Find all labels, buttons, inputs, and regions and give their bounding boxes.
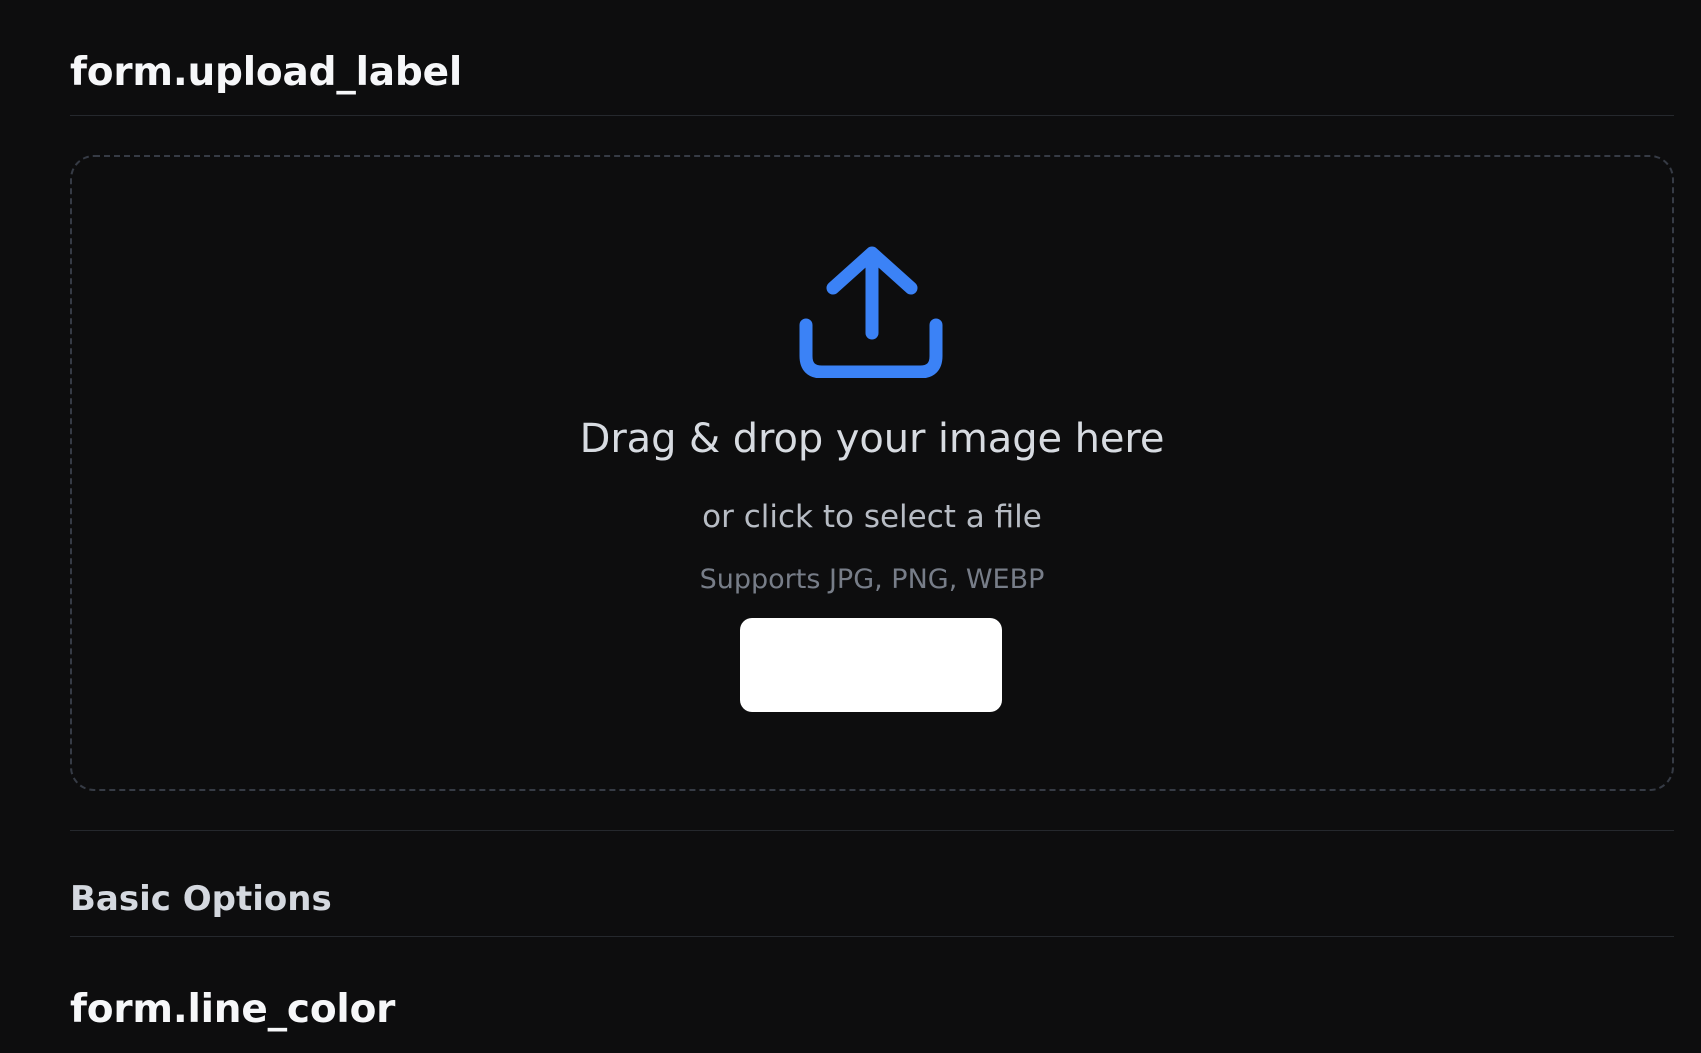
upload-label: form.upload_label bbox=[70, 50, 463, 95]
dropzone-divider bbox=[70, 830, 1674, 831]
upload-label-divider bbox=[70, 115, 1674, 116]
upload-icon bbox=[799, 246, 943, 378]
basic-options-divider bbox=[70, 936, 1674, 937]
basic-options-heading: Basic Options bbox=[70, 879, 332, 919]
dropzone-subtitle: or click to select a file bbox=[702, 499, 1042, 535]
supported-formats-text: Supports JPG, PNG, WEBP bbox=[699, 564, 1045, 595]
upload-settings-page: form.upload_label Drag & drop your image… bbox=[0, 0, 1701, 1053]
line-color-label: form.line_color bbox=[70, 987, 396, 1032]
dropzone-title: Drag & drop your image here bbox=[579, 416, 1165, 462]
select-file-button[interactable] bbox=[740, 618, 1002, 712]
